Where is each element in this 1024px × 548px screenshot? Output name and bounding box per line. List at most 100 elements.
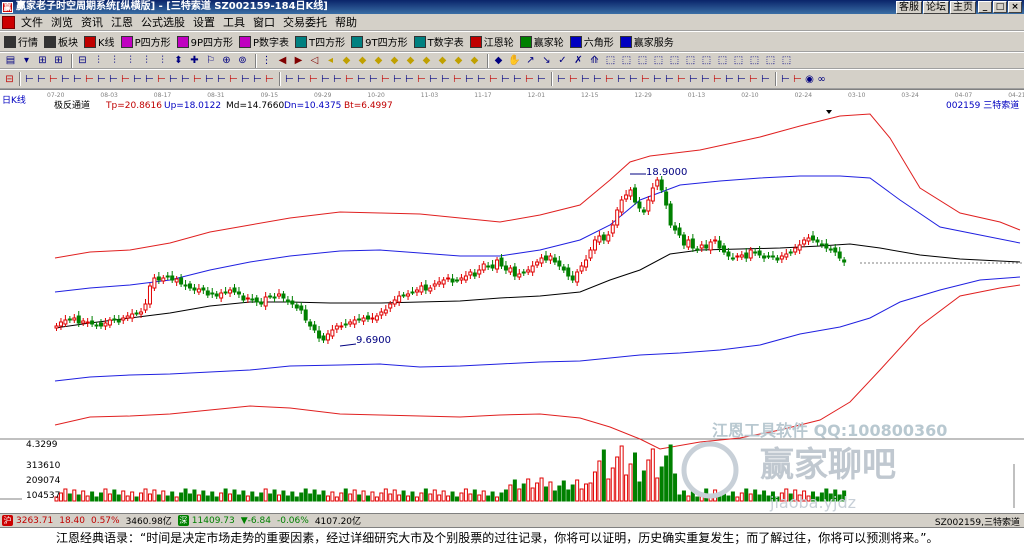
tool-icon[interactable]: ⊢ <box>36 73 47 86</box>
tool-icon[interactable]: ⋮ <box>260 54 273 67</box>
tool-icon[interactable]: ⊢ <box>464 73 475 86</box>
tool-icon[interactable]: ⊢ <box>500 73 511 86</box>
tool-icon[interactable]: ⊢ <box>488 73 499 86</box>
tool-icon[interactable]: ◆ <box>340 54 353 67</box>
tool-icon[interactable]: ⊕ <box>220 54 233 67</box>
tool-icon[interactable]: ✚ <box>188 54 201 67</box>
tool-icon[interactable]: ⊢ <box>380 73 391 86</box>
menu-browse[interactable]: 浏览 <box>47 15 77 30</box>
tool-icon[interactable]: ⊢ <box>392 73 403 86</box>
tool-icon[interactable]: ↗ <box>524 54 537 67</box>
tool-icon[interactable]: ◆ <box>492 54 505 67</box>
tool-icon[interactable]: ⬚ <box>652 54 665 67</box>
tool-icon[interactable]: ⊞ <box>36 54 49 67</box>
tool-icon[interactable]: ⊢ <box>512 73 523 86</box>
forum-link[interactable]: 论坛 <box>923 1 949 14</box>
toolbar-button-0[interactable]: 行情 <box>4 34 38 49</box>
tool-icon[interactable]: ⊢ <box>736 73 747 86</box>
toolbar-button-2[interactable]: K线 <box>84 34 115 49</box>
tool-icon[interactable]: ⊢ <box>60 73 71 86</box>
tool-icon[interactable]: ◂ <box>324 54 337 67</box>
menu-tools[interactable]: 工具 <box>219 15 249 30</box>
tool-icon[interactable]: ⊢ <box>192 73 203 86</box>
kline-chart[interactable]: 07-20 08-03 08-17 08-31 09-15 09-29 10-20 11-03… <box>0 89 1024 513</box>
tool-icon[interactable]: ◆ <box>388 54 401 67</box>
tool-icon[interactable]: ⊟ <box>4 73 15 86</box>
tool-icon[interactable]: ⊢ <box>604 73 615 86</box>
tool-icon[interactable]: ⊢ <box>120 73 131 86</box>
tool-icon[interactable]: ⊢ <box>48 73 59 86</box>
toolbar-button-6[interactable]: T四方形 <box>295 34 345 49</box>
tool-icon[interactable]: ⫶ <box>156 54 169 67</box>
tool-icon[interactable]: ⟰ <box>588 54 601 67</box>
tool-icon[interactable]: ▶ <box>292 54 305 67</box>
tool-icon[interactable]: ⊢ <box>440 73 451 86</box>
tool-icon[interactable]: ⬚ <box>748 54 761 67</box>
tool-icon[interactable]: ⫶ <box>108 54 121 67</box>
toolbar-button-10[interactable]: 赢家轮 <box>519 34 564 49</box>
tool-icon[interactable]: ⊢ <box>640 73 651 86</box>
tool-icon[interactable]: ⊞ <box>52 54 65 67</box>
tool-icon[interactable]: ⬚ <box>716 54 729 67</box>
tool-icon[interactable]: ⊢ <box>476 73 487 86</box>
menu-settings[interactable]: 设置 <box>189 15 219 30</box>
tool-icon[interactable]: ⊢ <box>416 73 427 86</box>
tool-icon[interactable]: ⊢ <box>404 73 415 86</box>
market2-icon[interactable]: 深 <box>177 515 189 526</box>
toolbar-button-4[interactable]: 9P四方形 <box>176 34 233 49</box>
toolbar-button-1[interactable]: 板块 <box>44 34 78 49</box>
tool-icon[interactable]: ⬚ <box>732 54 745 67</box>
tool-icon[interactable]: ⊢ <box>616 73 627 86</box>
tool-icon[interactable]: ◀ <box>276 54 289 67</box>
toolbar-button-7[interactable]: 9T四方形 <box>351 34 408 49</box>
tool-icon[interactable]: ⊢ <box>72 73 83 86</box>
menu-trade[interactable]: 交易委托 <box>279 15 331 30</box>
tool-icon[interactable]: ✗ <box>572 54 585 67</box>
toolbar-button-9[interactable]: 江恩轮 <box>469 34 514 49</box>
tool-icon[interactable]: ⊢ <box>556 73 567 86</box>
tool-icon[interactable]: ⊢ <box>580 73 591 86</box>
tool-icon[interactable]: ⊢ <box>252 73 263 86</box>
tool-icon[interactable]: ⬚ <box>620 54 633 67</box>
tool-icon[interactable]: ⊢ <box>308 73 319 86</box>
tool-icon[interactable]: ◆ <box>356 54 369 67</box>
tool-icon[interactable]: ⊢ <box>792 73 803 86</box>
tool-icon[interactable]: ◆ <box>420 54 433 67</box>
tool-icon[interactable]: ⊢ <box>296 73 307 86</box>
tool-icon[interactable]: ⬚ <box>700 54 713 67</box>
market-icon[interactable]: 沪 <box>2 515 13 526</box>
maximize-button[interactable]: □ <box>993 1 1007 13</box>
tool-icon[interactable]: ◆ <box>452 54 465 67</box>
tool-icon[interactable]: ⊢ <box>568 73 579 86</box>
tool-icon[interactable]: ⫶ <box>92 54 105 67</box>
tool-icon[interactable]: ⊢ <box>320 73 331 86</box>
tool-icon[interactable]: ⊢ <box>24 73 35 86</box>
tool-icon[interactable]: ⊢ <box>168 73 179 86</box>
tool-icon[interactable]: ⊢ <box>144 73 155 86</box>
tool-icon[interactable]: ✋ <box>508 54 521 67</box>
tool-icon[interactable]: ⊢ <box>368 73 379 86</box>
toolbar-button-12[interactable]: 赢家服务 <box>619 34 674 49</box>
tool-icon[interactable]: ⊢ <box>760 73 771 86</box>
tool-icon[interactable]: ▾ <box>20 54 33 67</box>
menu-file[interactable]: 文件 <box>17 15 47 30</box>
menu-info[interactable]: 资讯 <box>77 15 107 30</box>
tool-icon[interactable]: ⊢ <box>524 73 535 86</box>
homepage-link[interactable]: 主页 <box>950 1 976 14</box>
toolbar-button-8[interactable]: T数字表 <box>413 34 464 49</box>
tool-icon[interactable]: ⊢ <box>676 73 687 86</box>
tool-icon[interactable]: ⊟ <box>76 54 89 67</box>
tool-icon[interactable]: ◉ <box>804 73 815 86</box>
tool-icon[interactable]: ⊢ <box>748 73 759 86</box>
toolbar-button-3[interactable]: P四方形 <box>120 34 171 49</box>
tool-icon[interactable]: ◆ <box>468 54 481 67</box>
close-button[interactable]: × <box>1008 1 1022 13</box>
tool-icon[interactable]: ⊢ <box>428 73 439 86</box>
tool-icon[interactable]: ⬚ <box>636 54 649 67</box>
tool-icon[interactable]: ⊢ <box>96 73 107 86</box>
tool-icon[interactable]: ◁ <box>308 54 321 67</box>
tool-icon[interactable]: ⊢ <box>724 73 735 86</box>
tool-icon[interactable]: ⬍ <box>172 54 185 67</box>
tool-icon[interactable]: ⊢ <box>344 73 355 86</box>
tool-icon[interactable]: ∞ <box>816 73 827 86</box>
